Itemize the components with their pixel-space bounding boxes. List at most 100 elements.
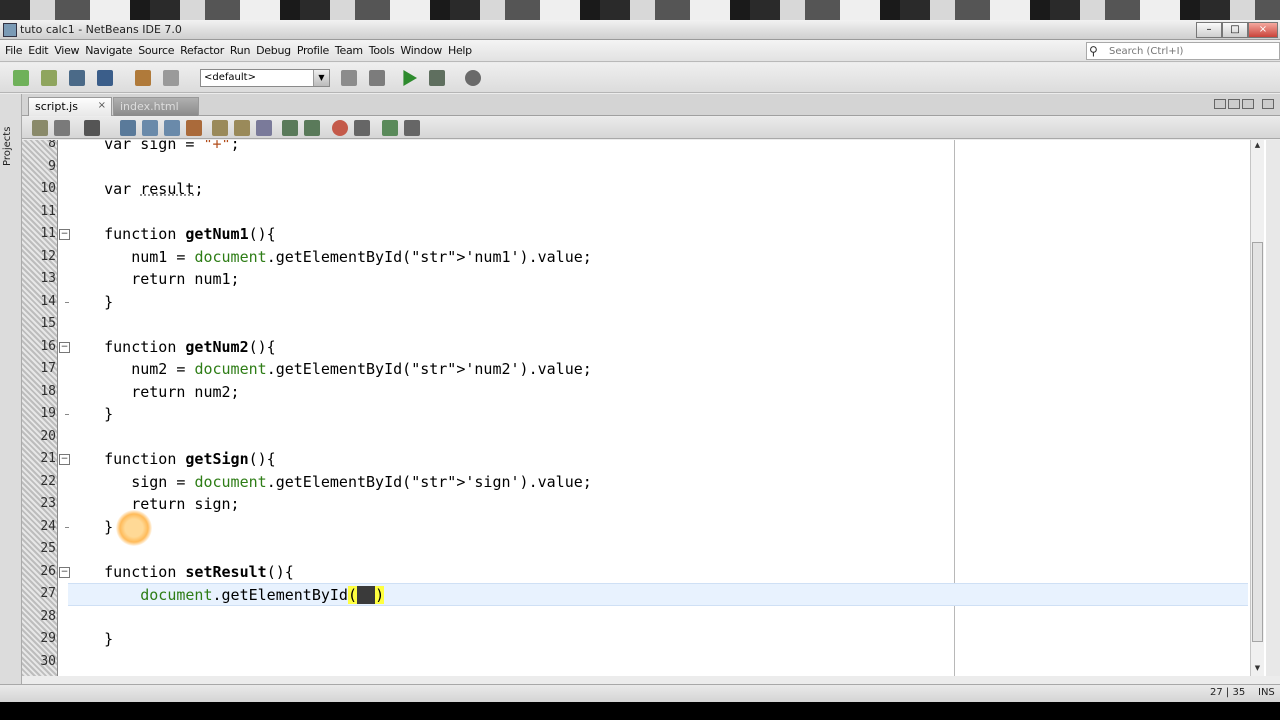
code-line[interactable] [68, 201, 1248, 224]
menu-tools[interactable]: Tools [366, 40, 398, 57]
menu-edit[interactable]: Edit [25, 40, 51, 57]
menu-run[interactable]: Run [227, 40, 253, 57]
code-line[interactable]: } [68, 291, 1248, 314]
menu-help[interactable]: Help [445, 40, 475, 57]
show-opened-documents-icon[interactable] [1242, 99, 1254, 109]
code-line[interactable]: function getNum1(){ [68, 223, 1248, 246]
code-line[interactable] [68, 426, 1248, 449]
uncomment-icon[interactable] [404, 120, 420, 136]
configuration-select[interactable]: <default> ▼ [200, 69, 330, 87]
code-line[interactable] [68, 313, 1248, 336]
find-next-icon[interactable] [164, 120, 180, 136]
tab-index-html[interactable]: index.html [113, 97, 199, 116]
code-line[interactable]: return sign; [68, 493, 1248, 516]
new-project-button[interactable] [38, 68, 60, 88]
previous-bookmark-icon[interactable] [212, 120, 228, 136]
code-line[interactable]: num1 = document.getElementById("str">'nu… [68, 246, 1248, 269]
menu-team[interactable]: Team [332, 40, 366, 57]
close-icon[interactable]: × [98, 100, 106, 111]
fold-collapse-icon[interactable]: − [59, 454, 70, 465]
code-line[interactable]: } [68, 403, 1248, 426]
toggle-highlight-icon[interactable] [186, 120, 202, 136]
code-line[interactable]: function getSign(){ [68, 448, 1248, 471]
tab-label: index.html [120, 100, 179, 113]
minimize-button[interactable]: – [1196, 22, 1222, 38]
line-number: 28 [40, 608, 56, 624]
code-line[interactable]: var sign = "+"; [68, 140, 1248, 156]
menu-debug[interactable]: Debug [253, 40, 294, 57]
projects-tab[interactable]: Projects [2, 106, 18, 166]
search-input[interactable] [1109, 44, 1277, 58]
line-number: 15 [40, 316, 56, 331]
stop-macro-icon[interactable] [354, 120, 370, 136]
comment-icon[interactable] [382, 120, 398, 136]
code-line[interactable]: document.getElementById( ) [68, 583, 1248, 606]
fold-collapse-icon[interactable]: − [59, 229, 70, 240]
find-icon[interactable] [120, 120, 136, 136]
record-macro-icon[interactable] [332, 120, 348, 136]
open-project-button[interactable] [66, 68, 88, 88]
line-number: 16 [40, 338, 56, 354]
run-button[interactable] [398, 68, 420, 88]
find-previous-icon[interactable] [142, 120, 158, 136]
toggle-bookmark-icon[interactable] [256, 120, 272, 136]
insert-mode: INS [1258, 687, 1275, 698]
line-number: 26 [40, 563, 56, 579]
next-bookmark-icon[interactable] [234, 120, 250, 136]
code-line[interactable]: } [68, 516, 1248, 539]
scroll-down-icon[interactable]: ▼ [1252, 664, 1263, 674]
menu-file[interactable]: File [2, 40, 25, 57]
menu-refactor[interactable]: Refactor [177, 40, 227, 57]
undo-button[interactable] [132, 68, 154, 88]
shift-left-icon[interactable] [282, 120, 298, 136]
history-icon[interactable] [54, 120, 70, 136]
code-line[interactable]: function getNum2(){ [68, 336, 1248, 359]
menu-view[interactable]: View [51, 40, 82, 57]
code-line[interactable]: } [68, 628, 1248, 651]
menu-source[interactable]: Source [135, 40, 177, 57]
tab-script-js[interactable]: script.js × [28, 97, 112, 116]
clean-build-button[interactable] [366, 68, 388, 88]
debug-button[interactable] [426, 68, 448, 88]
code-line[interactable]: sign = document.getElementById("str">'si… [68, 471, 1248, 494]
code-editor[interactable]: 8 9 10 11 11 12 13 14 15 16 17 18 19 20 21 22 23 24 25 26 27… [22, 140, 1280, 676]
code-line[interactable]: num2 = document.getElementById("str">'nu… [68, 358, 1248, 381]
line-number: 8 [48, 140, 56, 151]
vertical-scrollbar[interactable]: ▲ ▼ [1250, 140, 1264, 676]
menu-profile[interactable]: Profile [294, 40, 332, 57]
code-line[interactable]: function setResult(){ [68, 561, 1248, 584]
menu-bar: File Edit View Navigate Source Refactor Run Deb… [0, 40, 1280, 62]
netbeans-app-icon [3, 23, 17, 37]
fold-collapse-icon[interactable]: − [59, 566, 70, 578]
redo-button[interactable] [160, 68, 182, 88]
menu-navigate[interactable]: Navigate [82, 40, 135, 57]
maximize-button[interactable]: □ [1222, 22, 1248, 38]
code-line[interactable]: return num2; [68, 381, 1248, 404]
code-line[interactable] [68, 538, 1248, 561]
new-file-button[interactable] [10, 68, 32, 88]
close-button[interactable]: × [1248, 22, 1278, 38]
code-line[interactable] [68, 156, 1248, 179]
code-area[interactable]: var sign = "+"; var result; function get… [68, 140, 1248, 676]
profile-button[interactable] [462, 68, 484, 88]
menu-window[interactable]: Window [397, 40, 445, 57]
code-line[interactable] [68, 651, 1248, 674]
scrollbar-thumb[interactable] [1252, 242, 1263, 642]
redo-icon [163, 70, 179, 86]
build-button[interactable] [338, 68, 360, 88]
code-line[interactable]: return num1; [68, 268, 1248, 291]
shift-right-icon[interactable] [304, 120, 320, 136]
save-all-button[interactable] [94, 68, 116, 88]
scroll-up-icon[interactable]: ▲ [1252, 141, 1263, 151]
scroll-tabs-left-icon[interactable] [1214, 99, 1226, 109]
line-number: 17 [40, 361, 56, 376]
search-field[interactable]: ⚲ [1086, 42, 1280, 60]
maximize-window-icon[interactable] [1262, 99, 1274, 109]
source-view-icon[interactable] [32, 120, 48, 136]
back-icon[interactable] [84, 120, 100, 136]
code-line[interactable]: var result; [68, 178, 1248, 201]
scroll-tabs-right-icon[interactable] [1228, 99, 1240, 109]
fold-collapse-icon[interactable]: − [59, 341, 70, 353]
window-title: tuto calc1 - NetBeans IDE 7.0 [20, 23, 182, 36]
code-line[interactable] [68, 606, 1248, 629]
